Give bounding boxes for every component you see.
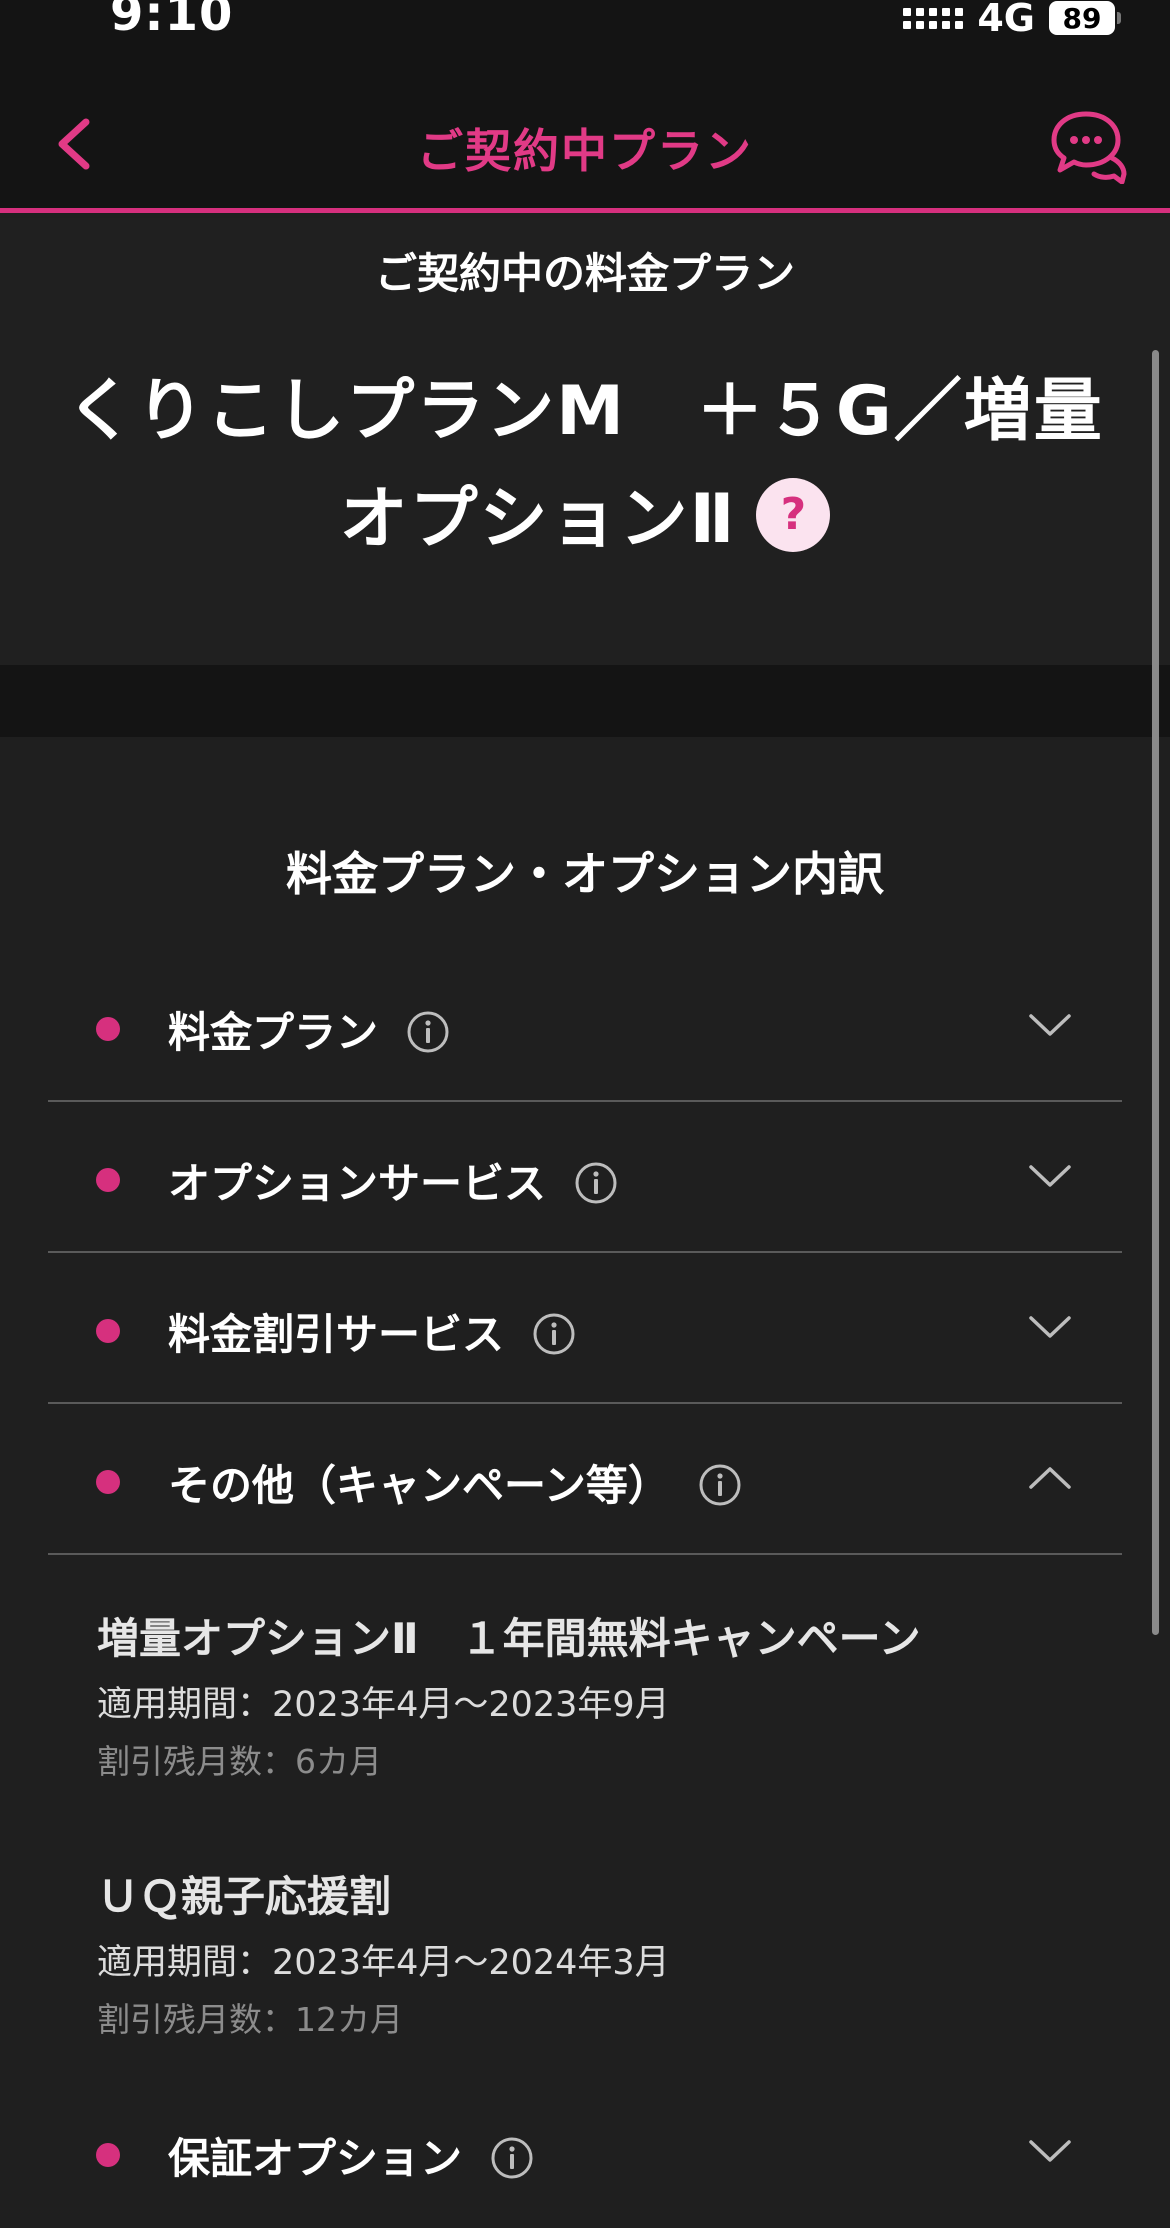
campaign-remaining: 割引残月数：6カ月	[97, 1742, 382, 1781]
accordion-label: オプションサービス	[168, 1150, 618, 1211]
accordion-discount-services[interactable]: 料金割引サービス	[48, 1254, 1122, 1404]
plan-name: くりこしプランM ＋５G／増量オプションⅡ?	[60, 358, 1110, 574]
bullet-dot	[96, 1168, 120, 1192]
plan-section-label: ご契約中の料金プラン	[374, 249, 795, 298]
accordion-other-campaigns[interactable]: その他（キャンペーン等）	[48, 1405, 1122, 1555]
campaign-item: 増量オプションⅡ １年間無料キャンペーン 適用期間：2023年4月～2023年9…	[97, 1605, 1097, 1783]
battery-level: 89	[1062, 1, 1102, 35]
bullet-dot	[96, 1319, 120, 1343]
status-time: 9:10	[110, 0, 234, 42]
status-bar: 9:10 4G 89	[0, 0, 1170, 70]
info-icon[interactable]	[490, 2136, 534, 2180]
info-icon[interactable]	[574, 1161, 618, 1205]
bullet-dot	[96, 2143, 120, 2167]
accordion-label: 料金割引サービス	[168, 1301, 576, 1362]
breakdown-title: 料金プラン・オプション内訳	[286, 847, 884, 901]
accordion-label: その他（キャンペーン等）	[168, 1452, 742, 1513]
campaign-item: ＵＱ親子応援割 適用期間：2023年4月～2024年3月 割引残月数：12カ月	[97, 1863, 1097, 2041]
signal-icon	[903, 7, 964, 29]
chevron-down-icon	[1029, 1165, 1071, 1187]
chat-button[interactable]	[1050, 108, 1128, 185]
plan-name-text: くりこしプランM ＋５G／増量オプションⅡ	[66, 372, 1104, 559]
info-icon[interactable]	[532, 1312, 576, 1356]
battery-icon: 89	[1049, 1, 1121, 35]
campaign-remaining: 割引残月数：12カ月	[97, 2000, 403, 2039]
scrollbar[interactable]	[1152, 350, 1159, 1635]
accordion-label: 料金プラン	[168, 999, 450, 1060]
campaign-period: 適用期間：2023年4月～2024年3月	[97, 1943, 670, 1983]
status-indicators: 4G 89	[903, 0, 1121, 40]
chevron-down-icon	[1029, 1014, 1071, 1036]
nav-bar: ご契約中プラン	[0, 70, 1170, 213]
help-icon[interactable]: ?	[756, 478, 831, 553]
info-icon[interactable]	[406, 1010, 450, 1054]
campaign-period: 適用期間：2023年4月～2023年9月	[97, 1685, 670, 1725]
section-divider	[0, 665, 1170, 737]
accordion-plan[interactable]: 料金プラン	[48, 952, 1122, 1102]
campaign-title: ＵＱ親子応援割	[97, 1872, 392, 1921]
accordion-warranty-options[interactable]: 保証オプション	[48, 2078, 1122, 2228]
bullet-dot	[96, 1470, 120, 1494]
page-title: ご契約中プラン	[417, 124, 753, 178]
campaign-title: 増量オプションⅡ １年間無料キャンペーン	[97, 1614, 921, 1663]
bullet-dot	[96, 1017, 120, 1041]
accordion-option-services[interactable]: オプションサービス	[48, 1103, 1122, 1253]
accordion-label: 保証オプション	[168, 2125, 534, 2186]
chevron-down-icon	[1029, 2140, 1071, 2162]
chevron-down-icon	[1029, 1316, 1071, 1338]
chevron-up-icon	[1029, 1467, 1071, 1489]
network-type: 4G	[977, 0, 1035, 40]
current-plan-section: ご契約中の料金プラン くりこしプランM ＋５G／増量オプションⅡ?	[0, 218, 1170, 665]
info-icon[interactable]	[698, 1463, 742, 1507]
chat-bubbles-icon	[1051, 111, 1127, 185]
